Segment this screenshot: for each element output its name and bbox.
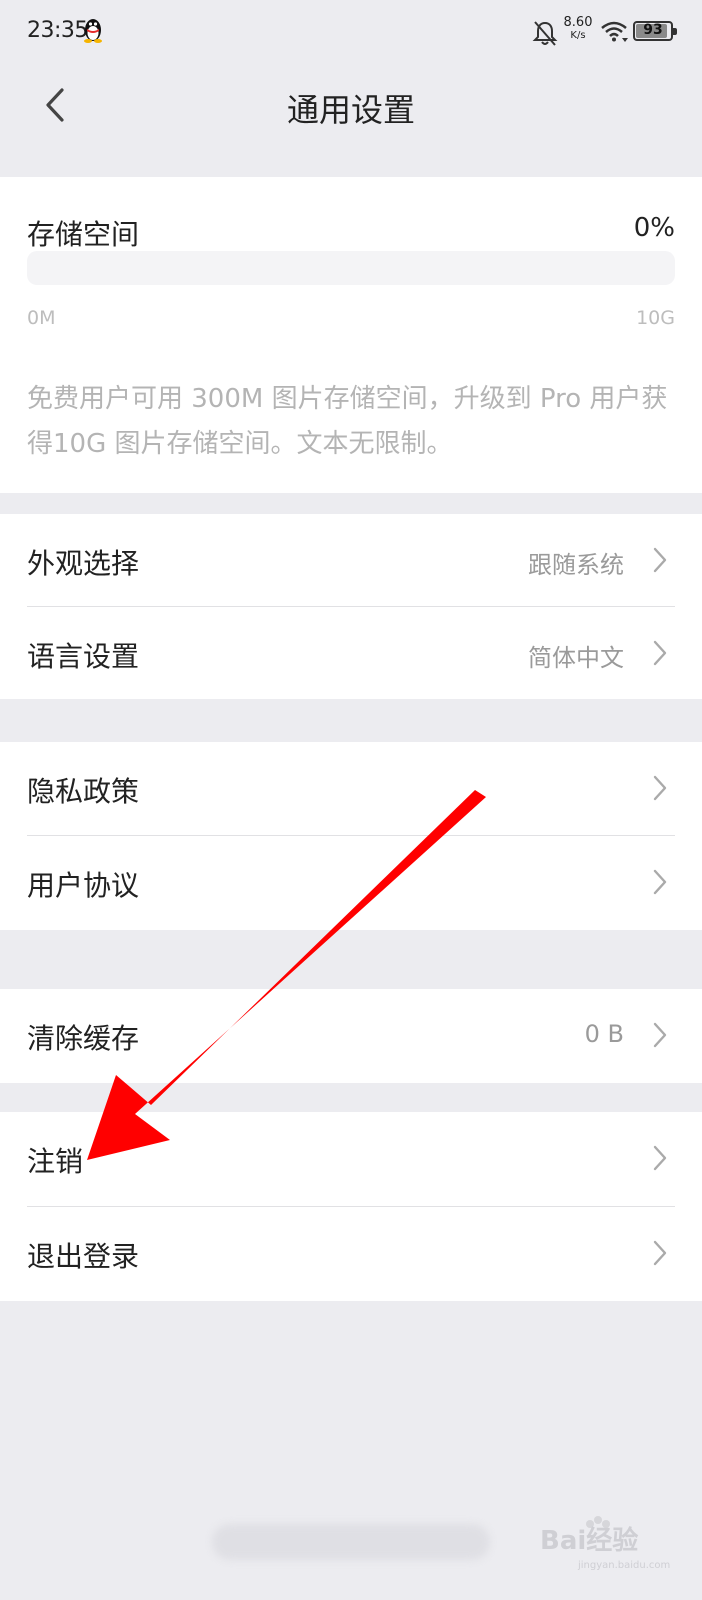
cache-card: 清除缓存 0 B xyxy=(0,989,702,1083)
storage-title: 存储空间 xyxy=(27,218,140,251)
page-title: 通用设置 xyxy=(286,91,415,129)
account-card: 注销 退出登录 xyxy=(0,1112,702,1301)
network-speed-value: 8.60 xyxy=(563,15,593,30)
storage-percent: 0% xyxy=(633,213,675,243)
clear-cache-label: 清除缓存 xyxy=(27,1022,140,1055)
appearance-row[interactable]: 外观选择 跟随系统 xyxy=(0,514,702,608)
language-value: 简体中文 xyxy=(528,644,624,672)
deactivate-account-row[interactable]: 注销 xyxy=(0,1112,702,1206)
storage-min-label: 0M xyxy=(27,307,56,329)
battery-indicator: 93 xyxy=(633,21,677,41)
chevron-right-icon xyxy=(653,869,667,895)
chevron-right-icon xyxy=(653,1022,667,1048)
logout-label: 退出登录 xyxy=(27,1240,140,1273)
cache-size-value: 0 B xyxy=(584,1020,624,1048)
storage-progress-bar xyxy=(27,251,675,285)
appearance-label: 外观选择 xyxy=(27,547,140,580)
logout-row[interactable]: 退出登录 xyxy=(0,1207,702,1301)
battery-cap xyxy=(673,28,677,35)
watermark-text: Bai经验 xyxy=(540,1526,639,1556)
legal-card: 隐私政策 用户协议 xyxy=(0,742,702,930)
settings-screen: 23:35 8.60 K/s 93 通用设置 存储空间 0% 0M 10G 免费… xyxy=(0,0,702,1600)
clear-cache-row[interactable]: 清除缓存 0 B xyxy=(0,989,702,1083)
bell-muted-icon xyxy=(532,19,558,47)
watermark-subtext: jingyan.baidu.com xyxy=(578,1560,671,1571)
display-settings-card: 外观选择 跟随系统 语言设置 简体中文 xyxy=(0,514,702,699)
storage-card: 存储空间 0% 0M 10G 免费用户可用 300M 图片存储空间，升级到 Pr… xyxy=(0,177,702,493)
network-speed-unit: K/s xyxy=(570,30,586,41)
chevron-right-icon xyxy=(653,547,667,573)
chevron-right-icon xyxy=(653,775,667,801)
network-speed: 8.60 K/s xyxy=(562,16,594,42)
language-label: 语言设置 xyxy=(27,640,140,673)
wifi-icon xyxy=(600,19,628,43)
privacy-policy-row[interactable]: 隐私政策 xyxy=(0,742,702,836)
storage-note: 免费用户可用 300M 图片存储空间，升级到 Pro 用户获得10G 图片存储空… xyxy=(27,384,668,459)
storage-max-label: 10G xyxy=(636,307,675,329)
privacy-policy-label: 隐私政策 xyxy=(27,775,140,808)
battery-level: 93 xyxy=(643,22,663,38)
user-agreement-label: 用户协议 xyxy=(27,869,140,902)
status-bar: 23:35 8.60 K/s 93 xyxy=(0,0,702,64)
chevron-right-icon xyxy=(653,1240,667,1266)
chevron-right-icon xyxy=(653,1145,667,1171)
user-agreement-row[interactable]: 用户协议 xyxy=(0,836,702,930)
status-time: 23:35 xyxy=(27,18,88,43)
language-row[interactable]: 语言设置 简体中文 xyxy=(0,607,702,701)
blurred-bottom-bar xyxy=(212,1524,490,1560)
qq-penguin-icon xyxy=(82,16,104,44)
appearance-value: 跟随系统 xyxy=(528,551,624,579)
chevron-right-icon xyxy=(653,640,667,666)
deactivate-account-label: 注销 xyxy=(27,1145,84,1178)
